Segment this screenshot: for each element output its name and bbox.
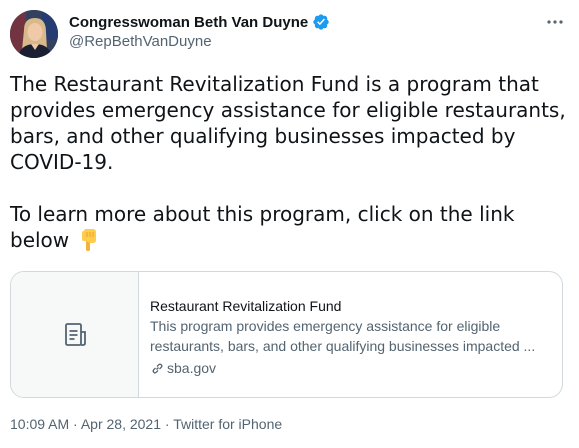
tweet-source[interactable]: Twitter for iPhone <box>173 416 282 432</box>
avatar[interactable] <box>10 10 58 58</box>
pointing-down-emoji-icon <box>81 229 96 251</box>
link-card-domain[interactable]: sba.gov <box>150 358 550 378</box>
tweet-text: The Restaurant Revitalization Fund is a … <box>10 71 569 253</box>
display-name[interactable]: Congresswoman Beth Van Duyne <box>69 14 308 31</box>
link-card-body: Restaurant Revitalization Fund This prog… <box>150 296 550 378</box>
link-card-domain-text: sba.gov <box>167 360 217 376</box>
meta-separator-1: · <box>69 416 81 432</box>
verified-badge-icon <box>313 14 329 30</box>
handle[interactable]: @RepBethVanDuyne <box>69 33 212 50</box>
name-row: Congresswoman Beth Van Duyne <box>69 13 330 31</box>
link-card-title[interactable]: Restaurant Revitalization Fund <box>150 296 550 316</box>
tweet-meta: 10:09 AM · Apr 28, 2021 · Twitter for iP… <box>10 416 282 432</box>
tweet-header: Congresswoman Beth Van Duyne @RepBethVan… <box>10 10 569 58</box>
link-icon <box>152 362 163 374</box>
tweet-paragraph-2: To learn more about this program, click … <box>10 201 569 253</box>
tweet-time[interactable]: 10:09 AM <box>10 416 69 432</box>
link-card-description: This program provides emergency assistan… <box>150 318 536 354</box>
tweet-date[interactable]: Apr 28, 2021 <box>81 416 161 432</box>
document-icon <box>64 322 86 346</box>
link-card[interactable]: Restaurant Revitalization Fund This prog… <box>10 271 563 398</box>
link-card-thumbnail <box>11 272 139 397</box>
avatar-image <box>10 10 58 58</box>
meta-separator-2: · <box>161 416 174 432</box>
tweet-paragraph-1: The Restaurant Revitalization Fund is a … <box>10 72 566 174</box>
more-options-icon[interactable] <box>543 10 567 34</box>
